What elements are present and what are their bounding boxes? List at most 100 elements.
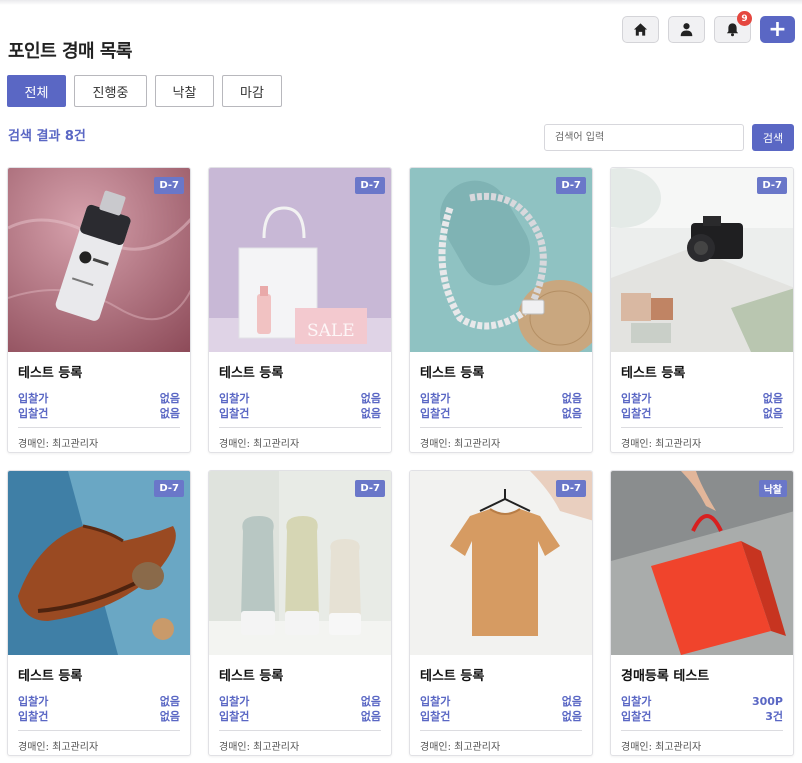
product-image: D-7 <box>209 471 391 655</box>
seller-info: 경매인: 최고관리자 <box>420 439 501 450</box>
auction-card[interactable]: D-7 테스트 등록 입찰가 없음 입찰건 없음 경매인: 최고관리자 <box>409 470 593 756</box>
status-tag: D-7 <box>355 177 385 194</box>
status-tag: D-7 <box>154 480 184 497</box>
bid-price-row: 입찰가 없음 <box>219 391 381 406</box>
divider <box>18 730 180 731</box>
bid-count-label: 입찰건 <box>621 407 652 420</box>
serum-bottle-photo <box>8 168 190 352</box>
filter-ongoing-button[interactable]: 진행중 <box>74 75 147 107</box>
bid-count-row: 입찰건 3건 <box>621 709 783 724</box>
auction-card[interactable]: D-7 테스트 등록 입찰가 없음 입찰건 없음 경매인: 최고관리자 <box>409 167 593 453</box>
bid-count-row: 입찰건 없음 <box>621 406 783 421</box>
product-image: D-7 <box>8 168 190 352</box>
product-image: D-7 <box>410 471 592 655</box>
divider <box>219 730 381 731</box>
notification-button[interactable]: 9 <box>714 11 752 43</box>
bid-price-row: 입찰가 없음 <box>420 694 582 709</box>
bid-price-value: 없음 <box>360 695 381 708</box>
bid-price-label: 입찰가 <box>18 392 49 405</box>
search-button[interactable]: 검색 <box>752 124 794 151</box>
silver-chain-photo <box>410 168 592 352</box>
status-tag: D-7 <box>355 480 385 497</box>
card-title: 테스트 등록 <box>18 669 83 684</box>
bid-count-value: 없음 <box>561 407 582 420</box>
user-button[interactable] <box>668 16 705 43</box>
filter-won-button[interactable]: 낙찰 <box>155 75 214 107</box>
bid-count-row: 입찰건 없음 <box>420 709 582 724</box>
status-filter-tabs: 전체 진행중 낙찰 마감 <box>7 75 282 107</box>
product-image: SALE D-7 <box>209 168 391 352</box>
bid-count-label: 입찰건 <box>18 710 49 723</box>
bid-count-label: 입찰건 <box>219 407 250 420</box>
card-title: 테스트 등록 <box>219 669 284 684</box>
filter-all-button[interactable]: 전체 <box>7 75 66 107</box>
card-title: 테스트 등록 <box>18 366 83 381</box>
bid-count-value: 없음 <box>561 710 582 723</box>
product-image: 낙찰 <box>611 471 793 655</box>
status-tag: D-7 <box>154 177 184 194</box>
bid-price-value: 없음 <box>360 392 381 405</box>
notification-badge: 9 <box>737 11 752 26</box>
cosmetic-tubes-photo <box>209 471 391 655</box>
add-button[interactable]: + <box>760 16 795 43</box>
bid-price-row: 입찰가 300P <box>621 694 783 709</box>
bid-count-label: 입찰건 <box>219 710 250 723</box>
seller-info: 경매인: 최고관리자 <box>219 439 300 450</box>
bid-price-row: 입찰가 없음 <box>219 694 381 709</box>
card-title: 테스트 등록 <box>420 669 485 684</box>
status-tag: 낙찰 <box>758 480 787 497</box>
bid-count-value: 없음 <box>159 710 180 723</box>
status-tag: D-7 <box>556 480 586 497</box>
bid-price-label: 입찰가 <box>18 695 49 708</box>
bell-icon <box>726 23 739 37</box>
seller-info: 경매인: 최고관리자 <box>18 439 99 450</box>
page-title: 포인트 경매 목록 <box>8 41 132 62</box>
bid-price-label: 입찰가 <box>219 695 250 708</box>
auction-card[interactable]: SALE D-7 테스트 등록 입찰가 없음 입찰건 없음 경매인: 최고관리자 <box>208 167 392 453</box>
plus-icon: + <box>768 16 787 42</box>
bid-price-row: 입찰가 없음 <box>18 391 180 406</box>
auction-card[interactable]: D-7 테스트 등록 입찰가 없음 입찰건 없음 경매인: 최고관리자 <box>7 470 191 756</box>
auction-card[interactable]: 낙찰 경매등록 테스트 입찰가 300P 입찰건 3건 경매인: 최고관리자 <box>610 470 794 756</box>
bid-count-value: 없음 <box>360 710 381 723</box>
bid-price-value: 없음 <box>561 392 582 405</box>
divider <box>621 427 783 428</box>
home-button[interactable] <box>622 16 659 43</box>
divider <box>219 427 381 428</box>
product-image: D-7 <box>410 168 592 352</box>
red-shopping-bag-photo <box>611 471 793 655</box>
card-title: 테스트 등록 <box>621 366 686 381</box>
search-input[interactable] <box>544 124 744 151</box>
shopping-bag-sale-photo: SALE <box>209 168 391 352</box>
divider <box>420 730 582 731</box>
auction-card[interactable]: D-7 테스트 등록 입찰가 없음 입찰건 없음 경매인: 최고관리자 <box>208 470 392 756</box>
seller-info: 경매인: 최고관리자 <box>621 742 702 753</box>
divider <box>18 427 180 428</box>
seller-info: 경매인: 최고관리자 <box>420 742 501 753</box>
seller-info: 경매인: 최고관리자 <box>219 742 300 753</box>
status-tag: D-7 <box>556 177 586 194</box>
leather-shoe-photo <box>8 471 190 655</box>
seller-info: 경매인: 최고관리자 <box>18 742 99 753</box>
bid-count-row: 입찰건 없음 <box>18 406 180 421</box>
filter-closed-button[interactable]: 마감 <box>222 75 282 107</box>
bid-count-label: 입찰건 <box>420 407 451 420</box>
bid-count-value: 없음 <box>159 407 180 420</box>
bid-count-value: 없음 <box>762 407 783 420</box>
bid-count-label: 입찰건 <box>420 710 451 723</box>
auction-card[interactable]: D-7 테스트 등록 입찰가 없음 입찰건 없음 경매인: 최고관리자 <box>610 167 794 453</box>
divider <box>420 427 582 428</box>
camera-photo <box>611 168 793 352</box>
bid-price-label: 입찰가 <box>621 392 652 405</box>
card-title: 테스트 등록 <box>219 366 284 381</box>
bid-price-value: 없음 <box>159 695 180 708</box>
header-actions: 9 + <box>622 11 795 43</box>
status-tag: D-7 <box>757 177 787 194</box>
bid-count-label: 입찰건 <box>621 710 652 723</box>
user-icon <box>680 23 693 37</box>
auction-card[interactable]: D-7 테스트 등록 입찰가 없음 입찰건 없음 경매인: 최고관리자 <box>7 167 191 453</box>
bid-count-row: 입찰건 없음 <box>18 709 180 724</box>
bid-price-label: 입찰가 <box>420 392 451 405</box>
bid-price-label: 입찰가 <box>621 695 652 708</box>
bid-price-value: 300P <box>751 695 783 708</box>
